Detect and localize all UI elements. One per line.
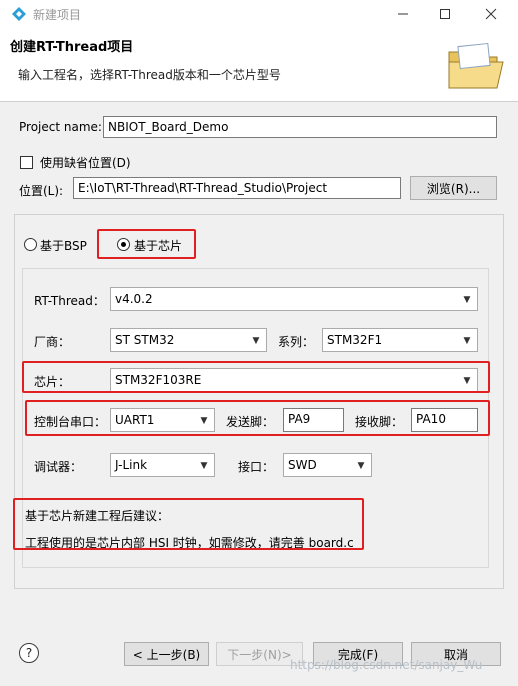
vendor-select[interactable]: ST STM32 ▼	[110, 328, 267, 352]
rtthread-version-value: v4.0.2	[115, 292, 153, 306]
rtthread-version-select[interactable]: v4.0.2 ▼	[110, 287, 478, 311]
vendor-value: ST STM32	[115, 333, 175, 347]
project-name-input[interactable]: NBIOT_Board_Demo	[103, 116, 497, 138]
series-select[interactable]: STM32F1 ▼	[322, 328, 478, 352]
location-label: 位置(L):	[19, 184, 64, 198]
debugger-value: J-Link	[115, 458, 148, 472]
series-value: STM32F1	[327, 333, 383, 347]
debugger-label: 调试器：	[34, 460, 83, 474]
minimize-icon[interactable]	[380, 0, 426, 28]
close-icon[interactable]	[468, 0, 514, 28]
interface-label: 接口：	[238, 460, 275, 474]
default-location-checkbox[interactable]	[20, 156, 33, 169]
bsp-radio-label: 基于BSP	[40, 239, 87, 253]
wizard-banner: 创建RT-Thread项目 输入工程名，选择RT-Thread版本和一个芯片型号	[0, 28, 518, 102]
chevron-down-icon: ▼	[252, 336, 260, 346]
banner-title: 创建RT-Thread项目	[10, 40, 134, 55]
chevron-down-icon: ▼	[357, 461, 365, 471]
location-input[interactable]: E:\IoT\RT-Thread\RT-Thread_Studio\Projec…	[73, 177, 401, 199]
watermark: https://blog.csdn.net/sanjay_Wu	[290, 658, 483, 672]
bsp-radio[interactable]	[24, 238, 37, 251]
chevron-down-icon: ▼	[463, 295, 471, 305]
chevron-down-icon: ▼	[200, 461, 208, 471]
series-label: 系列：	[278, 335, 315, 349]
banner-description: 输入工程名，选择RT-Thread版本和一个芯片型号	[18, 68, 281, 82]
browse-button[interactable]: 浏览(R)...	[410, 176, 497, 200]
chevron-down-icon: ▼	[463, 336, 471, 346]
back-button[interactable]: < 上一步(B)	[124, 642, 209, 666]
folder-icon	[448, 42, 504, 89]
window-title: 新建项目	[33, 8, 82, 22]
chip-row-highlight	[22, 361, 490, 393]
console-row-highlight	[25, 400, 490, 436]
default-location-label: 使用缺省位置(D)	[40, 156, 131, 170]
interface-value: SWD	[288, 458, 317, 472]
maximize-icon[interactable]	[422, 0, 468, 28]
vendor-label: 厂商：	[34, 335, 71, 349]
help-icon[interactable]: ?	[19, 643, 39, 663]
project-name-label: Project name:	[19, 120, 102, 134]
chip-radio-highlight	[97, 229, 196, 259]
rtthread-version-label: RT-Thread：	[34, 294, 105, 308]
title-bar: 新建项目	[0, 0, 518, 28]
app-icon	[12, 7, 26, 21]
advice-highlight	[13, 498, 364, 550]
debugger-select[interactable]: J-Link ▼	[110, 453, 215, 477]
interface-select[interactable]: SWD ▼	[283, 453, 372, 477]
